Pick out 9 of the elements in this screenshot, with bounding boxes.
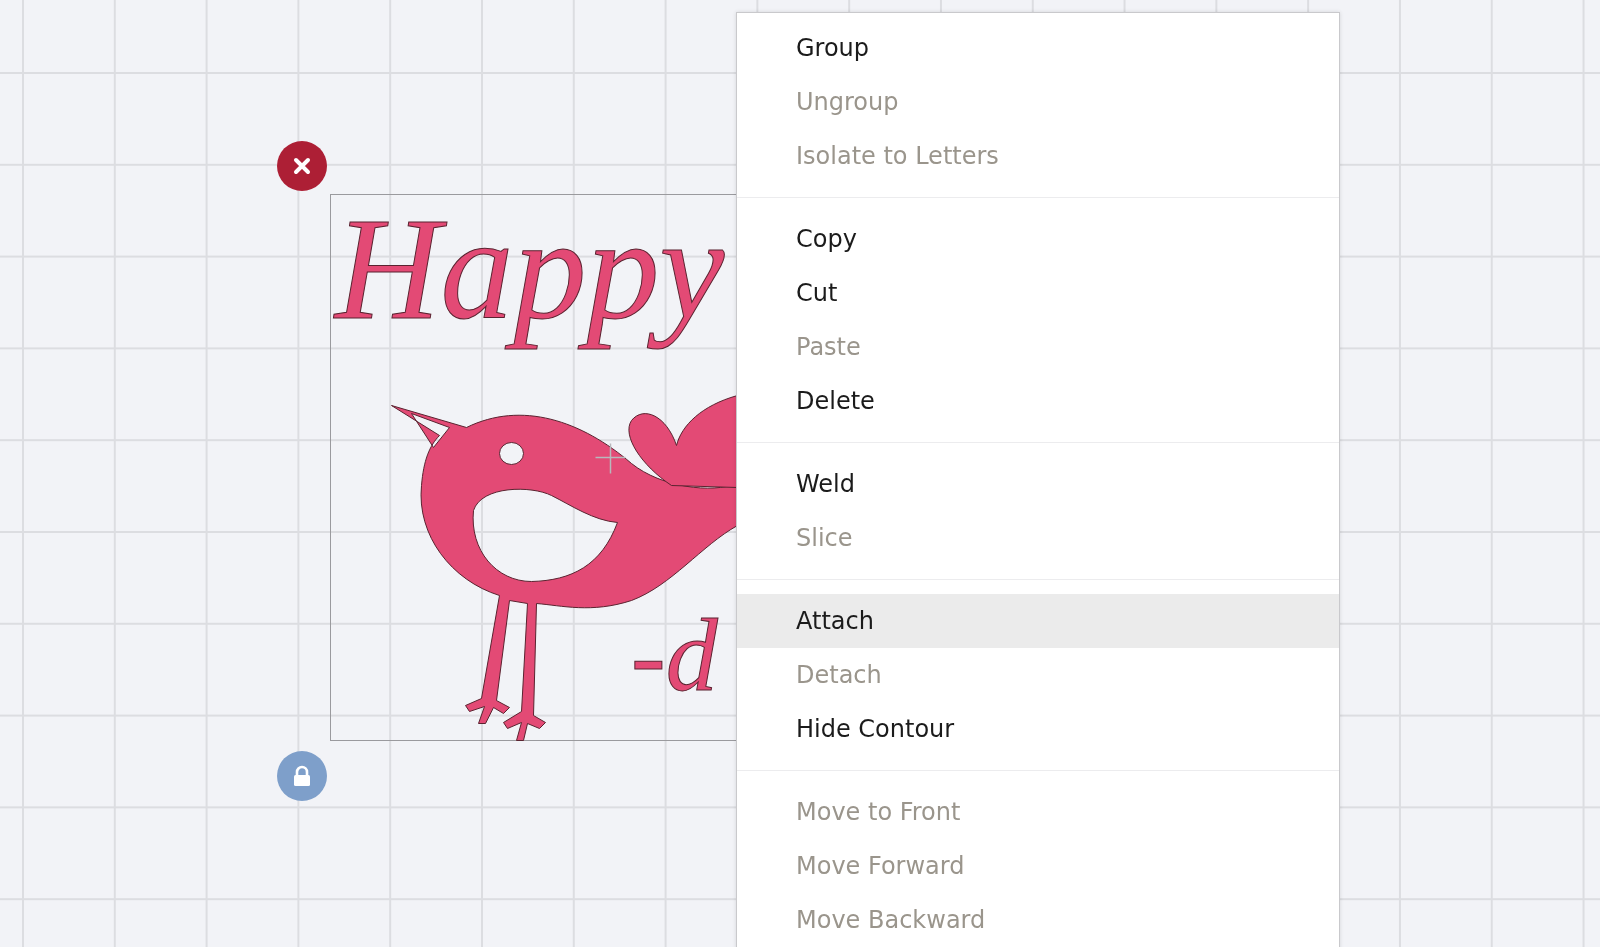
- menu-item[interactable]: Delete: [737, 374, 1339, 428]
- menu-item[interactable]: Cut: [737, 266, 1339, 320]
- menu-item[interactable]: Group: [737, 21, 1339, 75]
- menu-item[interactable]: Weld: [737, 457, 1339, 511]
- menu-item[interactable]: Hide Contour: [737, 702, 1339, 756]
- selection-box[interactable]: Happy -d: [330, 194, 736, 741]
- menu-item[interactable]: Attach: [737, 594, 1339, 648]
- menu-item[interactable]: Copy: [737, 212, 1339, 266]
- artwork-lettering: -d: [630, 596, 719, 714]
